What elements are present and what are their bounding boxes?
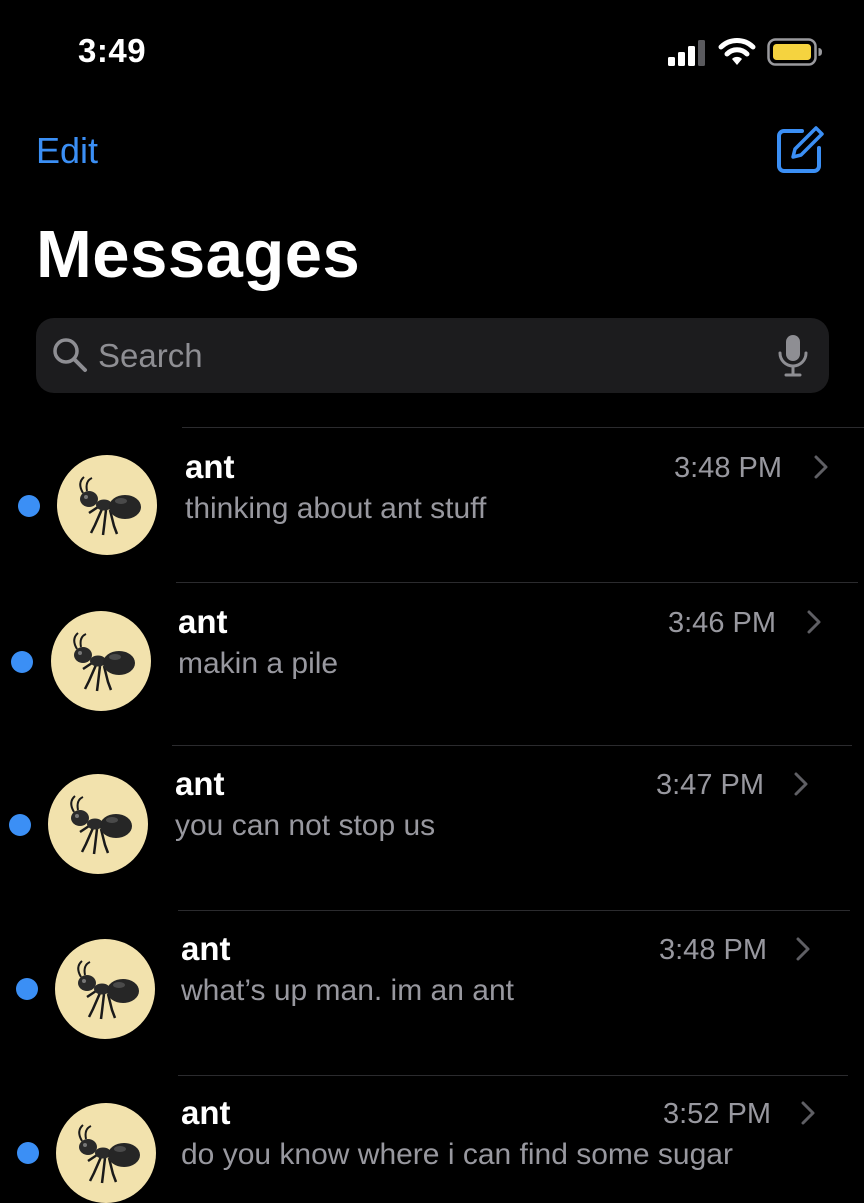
status-bar: 3:49	[0, 0, 864, 100]
message-preview: thinking about ant stuff	[185, 492, 487, 525]
timestamp: 3:52 PM	[663, 1098, 771, 1130]
cellular-signal-icon	[668, 40, 705, 66]
chevron-right-icon	[794, 772, 808, 796]
conversation-row[interactable]: ant makin a pile 3:46 PM	[0, 583, 864, 745]
chevron-right-icon	[801, 1101, 815, 1125]
ant-icon	[78, 475, 143, 537]
message-preview: what’s up man. im an ant	[181, 974, 514, 1007]
status-time: 3:49	[78, 32, 147, 69]
contact-name: ant	[185, 448, 235, 485]
message-preview: do you know where i can find some sugar	[181, 1138, 733, 1171]
ant-icon	[69, 794, 134, 856]
conversation-row[interactable]: ant thinking about ant stuff 3:48 PM	[0, 428, 864, 582]
timestamp: 3:46 PM	[668, 607, 776, 639]
message-preview: makin a pile	[178, 647, 339, 680]
ant-icon	[77, 1123, 142, 1185]
unread-indicator	[11, 651, 33, 673]
search-bar[interactable]	[36, 318, 829, 393]
ant-icon	[76, 959, 141, 1021]
avatar	[55, 939, 155, 1039]
search-input[interactable]	[98, 318, 758, 393]
conversation-row[interactable]: ant do you know where i can find some su…	[0, 1076, 864, 1203]
compose-icon	[777, 126, 824, 173]
unread-indicator	[17, 1142, 39, 1164]
conversation-row[interactable]: ant what’s up man. im an ant 3:48 PM	[0, 911, 864, 1075]
contact-name: ant	[175, 765, 225, 802]
conversation-row[interactable]: ant you can not stop us 3:47 PM	[0, 746, 864, 910]
chevron-right-icon	[796, 937, 810, 961]
contact-name: ant	[178, 603, 228, 640]
contact-name: ant	[181, 1094, 231, 1131]
unread-indicator	[16, 978, 38, 1000]
timestamp: 3:48 PM	[659, 934, 767, 966]
message-preview: you can not stop us	[175, 809, 436, 842]
compose-button[interactable]	[774, 124, 826, 176]
timestamp: 3:48 PM	[674, 452, 782, 484]
avatar	[56, 1103, 156, 1203]
timestamp: 3:47 PM	[656, 769, 764, 801]
chevron-right-icon	[814, 455, 828, 479]
avatar	[57, 455, 157, 555]
chevron-right-icon	[807, 610, 821, 634]
unread-indicator	[9, 814, 31, 836]
microphone-icon[interactable]	[777, 334, 809, 378]
edit-button[interactable]: Edit	[36, 130, 98, 172]
unread-indicator	[18, 495, 40, 517]
battery-icon	[767, 38, 822, 66]
avatar	[51, 611, 151, 711]
contact-name: ant	[181, 930, 231, 967]
page-title: Messages	[36, 217, 361, 292]
wifi-icon	[718, 38, 756, 65]
search-icon	[53, 338, 87, 372]
avatar	[48, 774, 148, 874]
ant-icon	[72, 631, 137, 693]
